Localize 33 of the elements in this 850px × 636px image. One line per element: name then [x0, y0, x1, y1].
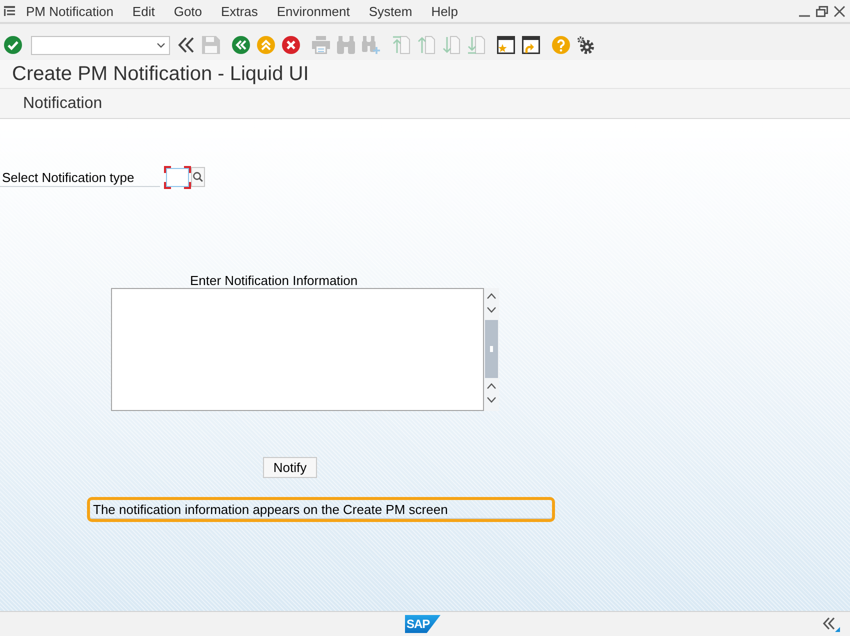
notification-type-field[interactable]: [164, 166, 191, 189]
notify-button[interactable]: Notify: [263, 457, 317, 478]
restore-icon[interactable]: [816, 6, 828, 16]
logo: SAP: [404, 615, 440, 633]
double-chevron-left-circle-icon[interactable]: [232, 36, 250, 54]
section-caption: Enter Notification Information: [190, 274, 358, 288]
message-field[interactable]: The notification information appears on the Create PM screen: [87, 497, 555, 522]
screen-title: Create PM Notification - Liquid UI: [12, 62, 309, 86]
menu-item[interactable]: Environment: [276, 4, 350, 18]
scrollbar-thumb[interactable]: [485, 320, 498, 378]
search-icon[interactable]: [191, 167, 205, 187]
menu-item[interactable]: Extras: [221, 4, 258, 18]
toolbar-button[interactable]: Notification: [23, 92, 102, 116]
menu-item[interactable]: PM Notification: [26, 4, 114, 18]
settings-icon[interactable]: [577, 36, 595, 54]
x-circle-icon[interactable]: [282, 36, 300, 54]
menu-item[interactable]: Help: [431, 4, 458, 18]
menu-item[interactable]: Edit: [132, 4, 155, 18]
field-label: Select Notification type: [0, 166, 160, 187]
menu-item[interactable]: System: [368, 4, 412, 18]
close-icon[interactable]: [834, 6, 845, 16]
chevron-up-icon[interactable]: [487, 383, 496, 389]
scrollbar[interactable]: [484, 288, 499, 411]
chevron-down-icon[interactable]: [157, 42, 165, 48]
chevron-up-icon[interactable]: [487, 293, 496, 299]
double-chevron-left-icon[interactable]: [177, 36, 195, 54]
chevron-down-icon[interactable]: [487, 307, 496, 313]
check-circle-icon[interactable]: [4, 36, 22, 54]
double-chevron-left-icon[interactable]: [822, 616, 840, 632]
menu-item[interactable]: Goto: [174, 4, 202, 18]
command-field[interactable]: [31, 36, 170, 54]
menu-icon[interactable]: [4, 6, 15, 16]
chevron-down-icon[interactable]: [487, 397, 496, 403]
